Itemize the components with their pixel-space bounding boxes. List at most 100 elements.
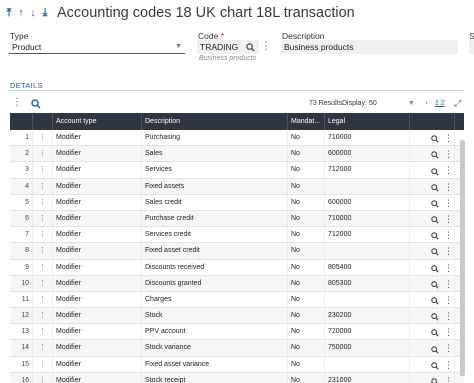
- more-icon[interactable]: ⋮: [444, 327, 453, 337]
- table-row[interactable]: 9 ⋮ Modifier Discounts received No 805400 ⋮: [10, 259, 464, 276]
- table-row[interactable]: 16 ⋮ Modifier Stock receipt No 231000 ⋮: [10, 372, 464, 383]
- mandatory-cell[interactable]: No: [288, 146, 325, 162]
- table-row[interactable]: 14 ⋮ Modifier Stock variance No 750000 ⋮: [10, 340, 464, 357]
- mandatory-cell[interactable]: No: [288, 178, 325, 194]
- previous-record-icon[interactable]: ↑: [16, 7, 26, 19]
- code-actions-icon[interactable]: ⋮: [261, 40, 271, 54]
- account-type-cell[interactable]: Modifier: [53, 210, 142, 227]
- more-icon[interactable]: ⋮: [444, 149, 453, 159]
- account-type-cell[interactable]: Modifier: [53, 324, 142, 340]
- account-type-cell[interactable]: Modifier: [53, 372, 142, 383]
- more-icon[interactable]: ⋮: [444, 133, 453, 143]
- row-menu-icon[interactable]: ⋮: [33, 178, 53, 194]
- account-type-cell[interactable]: Modifier: [53, 243, 142, 259]
- more-icon[interactable]: ⋮: [444, 263, 453, 273]
- description-cell[interactable]: Purchasing: [142, 130, 288, 146]
- description-cell[interactable]: Fixed asset credit: [142, 243, 288, 259]
- search-icon[interactable]: [431, 232, 439, 240]
- next-record-icon[interactable]: ↓: [28, 7, 38, 19]
- account-type-cell[interactable]: Modifier: [53, 130, 142, 146]
- legal-cell[interactable]: 230200 ⋮: [325, 308, 453, 324]
- legal-cell[interactable]: 805400 ⋮: [325, 259, 453, 275]
- header-description[interactable]: Description: [142, 113, 288, 130]
- search-icon[interactable]: [431, 362, 439, 370]
- description-cell[interactable]: Fixed assets: [142, 178, 288, 194]
- expand-icon[interactable]: ⤢: [454, 98, 461, 109]
- row-menu-icon[interactable]: ⋮: [33, 146, 53, 162]
- table-row[interactable]: 3 ⋮ Modifier Services No 712000 ⋮: [10, 162, 464, 179]
- more-icon[interactable]: ⋮: [444, 230, 453, 240]
- table-row[interactable]: 2 ⋮ Modifier Sales No 600000 ⋮: [10, 146, 464, 163]
- more-icon[interactable]: ⋮: [444, 182, 453, 192]
- row-menu-icon[interactable]: ⋮: [33, 227, 53, 243]
- account-type-cell[interactable]: Modifier: [53, 291, 142, 308]
- description-cell[interactable]: Charges: [142, 291, 288, 308]
- search-icon[interactable]: [431, 297, 439, 305]
- type-select[interactable]: Product ▼: [9, 40, 185, 54]
- legal-cell[interactable]: 231000 ⋮: [325, 372, 453, 383]
- legal-cell[interactable]: 710000 ⋮: [325, 210, 453, 227]
- account-type-cell[interactable]: Modifier: [53, 356, 142, 372]
- account-type-cell[interactable]: Modifier: [53, 275, 142, 291]
- search-icon[interactable]: [431, 167, 439, 176]
- more-icon[interactable]: ⋮: [444, 311, 453, 321]
- legal-cell[interactable]: 712000 ⋮: [325, 162, 453, 178]
- row-menu-icon[interactable]: ⋮: [33, 356, 53, 372]
- row-menu-icon[interactable]: ⋮: [33, 308, 53, 324]
- search-icon[interactable]: [431, 135, 439, 143]
- search-icon[interactable]: [246, 43, 255, 52]
- table-row[interactable]: 6 ⋮ Modifier Purchase credit No 710000 ⋮: [10, 210, 464, 228]
- page-indicator[interactable]: 1 2: [435, 100, 445, 107]
- mandatory-cell[interactable]: No: [288, 243, 325, 259]
- legal-cell[interactable]: 600000 ⋮: [325, 146, 453, 162]
- more-icon[interactable]: ⋮: [444, 343, 453, 353]
- description-cell[interactable]: PPV account: [142, 324, 288, 340]
- account-type-cell[interactable]: Modifier: [53, 227, 142, 243]
- s-input[interactable]: [469, 40, 474, 54]
- description-cell[interactable]: Fixed asset variance: [142, 356, 288, 372]
- description-cell[interactable]: Sales credit: [142, 194, 288, 210]
- header-mandatory[interactable]: Mandat...: [288, 113, 325, 130]
- description-input[interactable]: Business products: [281, 40, 458, 54]
- row-menu-icon[interactable]: ⋮: [33, 130, 53, 146]
- search-icon[interactable]: [431, 313, 439, 321]
- legal-cell[interactable]: 600000 ⋮: [325, 194, 453, 210]
- table-row[interactable]: 5 ⋮ Modifier Sales credit No 600000 ⋮: [10, 194, 464, 211]
- row-menu-icon[interactable]: ⋮: [33, 162, 53, 178]
- row-menu-icon[interactable]: ⋮: [33, 243, 53, 259]
- mandatory-cell[interactable]: No: [288, 210, 325, 227]
- legal-cell[interactable]: ⋮: [325, 243, 453, 259]
- description-cell[interactable]: Stock receipt: [142, 372, 288, 383]
- table-row[interactable]: 8 ⋮ Modifier Fixed asset credit No ⋮: [10, 243, 464, 260]
- row-menu-icon[interactable]: ⋮: [33, 275, 53, 291]
- more-icon[interactable]: ⋮: [444, 295, 453, 305]
- mandatory-cell[interactable]: No: [288, 194, 325, 210]
- sort-icon[interactable]: ↓: [425, 99, 429, 106]
- account-type-cell[interactable]: Modifier: [53, 194, 142, 210]
- more-icon[interactable]: ⋮: [444, 279, 453, 289]
- legal-cell[interactable]: 712000 ⋮: [325, 227, 453, 243]
- mandatory-cell[interactable]: No: [288, 356, 325, 372]
- search-icon[interactable]: [431, 378, 439, 383]
- search-icon[interactable]: [431, 151, 439, 159]
- legal-cell[interactable]: 805300 ⋮: [325, 275, 453, 291]
- mandatory-cell[interactable]: No: [288, 372, 325, 383]
- more-icon[interactable]: ⋮: [444, 376, 453, 383]
- description-cell[interactable]: Purchase credit: [142, 210, 288, 227]
- mandatory-cell[interactable]: No: [288, 275, 325, 291]
- search-icon[interactable]: [431, 216, 439, 224]
- search-icon[interactable]: [431, 281, 439, 289]
- mandatory-cell[interactable]: No: [288, 259, 325, 275]
- description-cell[interactable]: Sales: [142, 146, 288, 162]
- table-row[interactable]: 7 ⋮ Modifier Services credit No 712000 ⋮: [10, 227, 464, 244]
- legal-cell[interactable]: ⋮: [325, 291, 453, 308]
- description-cell[interactable]: Services: [142, 162, 288, 178]
- table-row[interactable]: 13 ⋮ Modifier PPV account No 720000 ⋮: [10, 324, 464, 341]
- mandatory-cell[interactable]: No: [288, 340, 325, 356]
- grid-search-icon[interactable]: [31, 99, 41, 109]
- mandatory-cell[interactable]: No: [288, 227, 325, 243]
- first-record-icon[interactable]: ⤒: [4, 7, 14, 19]
- mandatory-cell[interactable]: No: [288, 162, 325, 178]
- chevron-down-icon[interactable]: ▼: [408, 100, 415, 107]
- account-type-cell[interactable]: Modifier: [53, 340, 142, 356]
